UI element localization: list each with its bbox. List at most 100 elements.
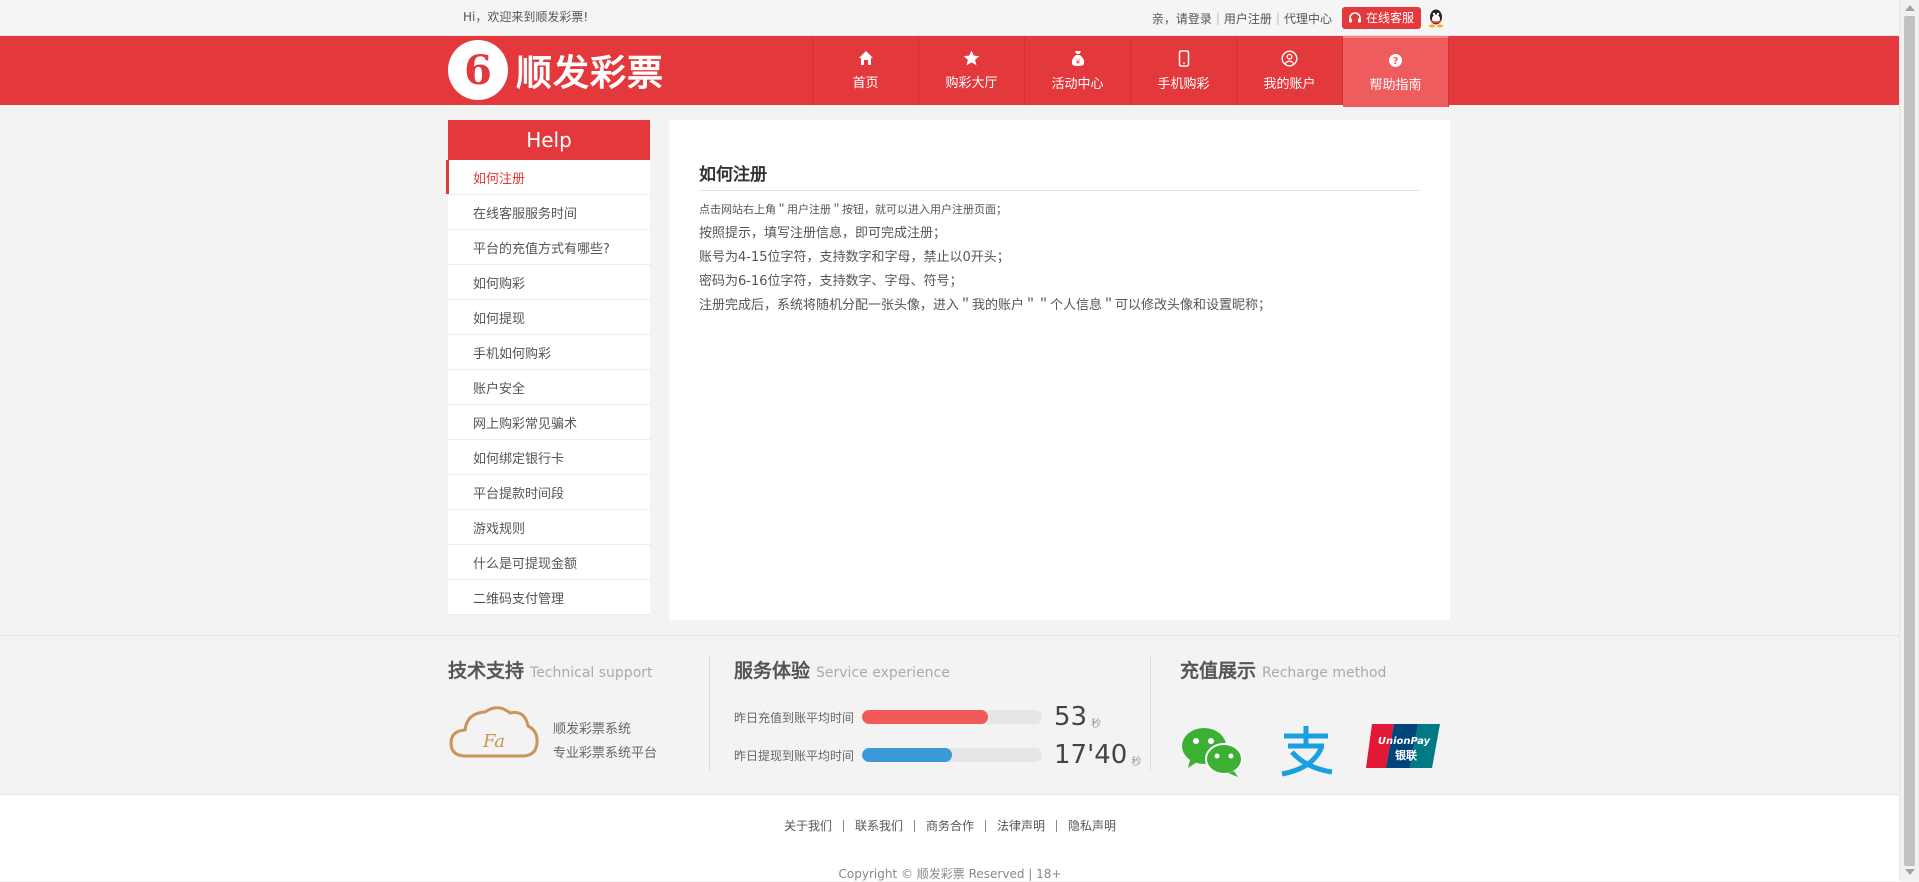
content-paragraph: 点击网站右上角＂用户注册＂按钮，就可以进入用户注册页面； <box>699 203 1007 216</box>
service-section: 技术支持 Technical support Fa 顺发彩票系统 专业彩票系统平台… <box>0 635 1900 794</box>
svg-text:¥: ¥ <box>1075 58 1080 66</box>
online-service-label: 在线客服 <box>1365 11 1414 25</box>
unionpay-text: UnionPay <box>1378 736 1431 747</box>
technical-support-block: 技术支持 Technical support Fa 顺发彩票系统 专业彩票系统平台 <box>448 656 708 761</box>
logo-name: 顺发彩票 <box>516 53 665 94</box>
help-topic-item[interactable]: 在线客服服务时间 <box>448 195 650 230</box>
site-logo[interactable]: 6 顺发彩票 <box>448 40 664 100</box>
recharge-time-metric: 昨日充值到账平均时间 53 秒 <box>734 702 1101 732</box>
support-line: 顺发彩票系统 <box>553 722 632 737</box>
cloud-logo-icon: Fa <box>449 706 539 758</box>
metric-unit: 秒 <box>1091 718 1102 730</box>
logo-mark: 6 <box>448 40 508 100</box>
nav-label: 手机购彩 <box>1157 76 1210 92</box>
login-link[interactable]: 亲，请登录 <box>1152 10 1212 27</box>
metric-label: 昨日提现到账平均时间 <box>734 748 855 763</box>
metric-label: 昨日充值到账平均时间 <box>734 710 855 725</box>
metric-bar <box>862 710 1042 724</box>
agent-center-link[interactable]: 代理中心 <box>1284 10 1332 27</box>
experience-title: 服务体验 Service experience <box>734 656 1134 683</box>
withdraw-time-metric: 昨日提现到账平均时间 17'40 秒 <box>734 740 1141 770</box>
copyright-text: Copyright © 顺发彩票 Reserved | 18+ <box>838 867 1062 881</box>
support-title: 技术支持 Technical support <box>448 656 708 683</box>
metric-bar-fill <box>862 748 952 762</box>
nav-mobile-lottery[interactable]: 手机购彩 <box>1131 36 1237 105</box>
user-icon <box>1281 49 1298 67</box>
phone-icon <box>1178 49 1189 67</box>
money-bag-icon: ¥ <box>1071 50 1084 66</box>
help-content-panel: 如何注册 点击网站右上角＂用户注册＂按钮，就可以进入用户注册页面； 按照提示，填… <box>669 120 1450 620</box>
help-topic-item[interactable]: 什么是可提现金额 <box>448 545 650 580</box>
question-icon: ? <box>1389 53 1402 67</box>
nav-label: 活动中心 <box>1051 76 1104 92</box>
help-topic-item[interactable]: 如何绑定银行卡 <box>448 440 650 475</box>
help-topic-item[interactable]: 如何购彩 <box>448 265 650 300</box>
section-divider <box>1150 656 1151 771</box>
content-body: 点击网站右上角＂用户注册＂按钮，就可以进入用户注册页面； 按照提示，填写注册信息… <box>699 198 1420 318</box>
support-description: 顺发彩票系统 专业彩票系统平台 <box>553 718 657 766</box>
help-topic-item[interactable]: 手机如何购彩 <box>448 335 650 370</box>
register-link[interactable]: 用户注册 <box>1224 10 1272 27</box>
main-header: 6 顺发彩票 首页 购彩大厅 ¥ 活动中心 手机购彩 我的账户 ? 帮助指南 <box>0 36 1900 107</box>
footer-link-legal[interactable]: 法律声明 <box>985 820 1056 832</box>
main-nav: 首页 购彩大厅 ¥ 活动中心 手机购彩 我的账户 ? 帮助指南 <box>812 36 1449 107</box>
content-paragraph: 密码为6-16位字符，支持数字、字母、符号； <box>699 274 963 289</box>
nav-label: 购彩大厅 <box>945 76 998 91</box>
metric-value: 53 <box>1054 702 1088 732</box>
footer-link-privacy[interactable]: 隐私声明 <box>1056 820 1127 832</box>
content-paragraph: 注册完成后，系统将随机分配一张头像，进入＂我的账户＂＂个人信息＂可以修改头像和设… <box>699 298 1272 313</box>
experience-title-text: 服务体验 <box>734 660 811 682</box>
headset-icon <box>1348 11 1361 22</box>
help-topic-item[interactable]: 网上购彩常见骗术 <box>448 405 650 440</box>
nav-my-account[interactable]: 我的账户 <box>1237 36 1343 105</box>
nav-label: 我的账户 <box>1263 76 1316 92</box>
support-subtitle: Technical support <box>530 665 653 681</box>
scroll-down-arrow-icon[interactable] <box>1905 869 1915 875</box>
service-experience-block: 服务体验 Service experience 昨日充值到账平均时间 53 秒 昨… <box>734 656 1141 770</box>
nav-label: 帮助指南 <box>1369 77 1422 93</box>
scroll-up-arrow-icon[interactable] <box>1905 5 1915 11</box>
page-footer: 关于我们 联系我们 商务合作 法律声明 隐私声明 Copyright © 顺发彩… <box>0 794 1900 881</box>
help-topic-item[interactable]: 平台提款时间段 <box>448 475 650 510</box>
help-topic-item[interactable]: 平台的充值方式有哪些? <box>448 230 650 265</box>
help-topic-item[interactable]: 游戏规则 <box>448 510 650 545</box>
sidebar-title: Help <box>448 120 650 160</box>
title-divider <box>699 190 1420 191</box>
vertical-scrollbar[interactable] <box>1899 0 1919 880</box>
recharge-title: 充值展示 Recharge method <box>1180 656 1450 683</box>
cloud-logo-text: Fa <box>482 731 505 752</box>
help-topic-item[interactable]: 二维码支付管理 <box>448 580 650 615</box>
qq-penguin-icon[interactable] <box>1427 8 1445 28</box>
separator: | <box>1275 11 1280 25</box>
footer-links: 关于我们 联系我们 商务合作 法律声明 隐私声明 <box>0 820 1900 832</box>
wechat-icon <box>1182 728 1243 777</box>
unionpay-cn-text: 银联 <box>1395 748 1417 762</box>
scrollbar-thumb[interactable] <box>1904 16 1915 866</box>
help-sidebar: Help 如何注册 在线客服服务时间 平台的充值方式有哪些? 如何购彩 如何提现… <box>446 120 650 615</box>
metric-value: 17'40 <box>1054 740 1128 770</box>
support-line: 专业彩票系统平台 <box>553 746 658 761</box>
svg-text:?: ? <box>1393 56 1399 67</box>
help-topic-item[interactable]: 如何注册 <box>446 160 650 195</box>
nav-home[interactable]: 首页 <box>813 36 919 105</box>
greeting-text: Hi，欢迎来到顺发彩票! <box>463 10 589 24</box>
online-service-button[interactable]: 在线客服 <box>1341 7 1421 29</box>
nav-activity-center[interactable]: ¥ 活动中心 <box>1025 36 1131 105</box>
support-title-text: 技术支持 <box>448 660 525 682</box>
footer-link-about[interactable]: 关于我们 <box>773 820 843 832</box>
alipay-icon <box>1281 726 1333 777</box>
experience-subtitle: Service experience <box>816 665 950 681</box>
footer-link-business[interactable]: 商务合作 <box>913 820 985 832</box>
help-topic-item[interactable]: 如何提现 <box>448 300 650 335</box>
content-paragraph: 账号为4-15位字符，支持数字和字母，禁止以0开头； <box>699 250 1010 265</box>
section-divider <box>709 656 710 771</box>
metric-unit: 秒 <box>1131 756 1142 768</box>
logo-mark-glyph: 6 <box>464 46 492 94</box>
nav-lottery-hall[interactable]: 购彩大厅 <box>919 36 1025 105</box>
help-topic-item[interactable]: 账户安全 <box>448 370 650 405</box>
unionpay-icon: UnionPay 银联 <box>1366 724 1440 768</box>
nav-help-guide[interactable]: ? 帮助指南 <box>1343 36 1449 107</box>
footer-link-contact[interactable]: 联系我们 <box>842 820 914 832</box>
recharge-methods-block: 充值展示 Recharge method UnionPay 银联 <box>1180 656 1450 777</box>
content-title: 如何注册 <box>699 165 767 185</box>
